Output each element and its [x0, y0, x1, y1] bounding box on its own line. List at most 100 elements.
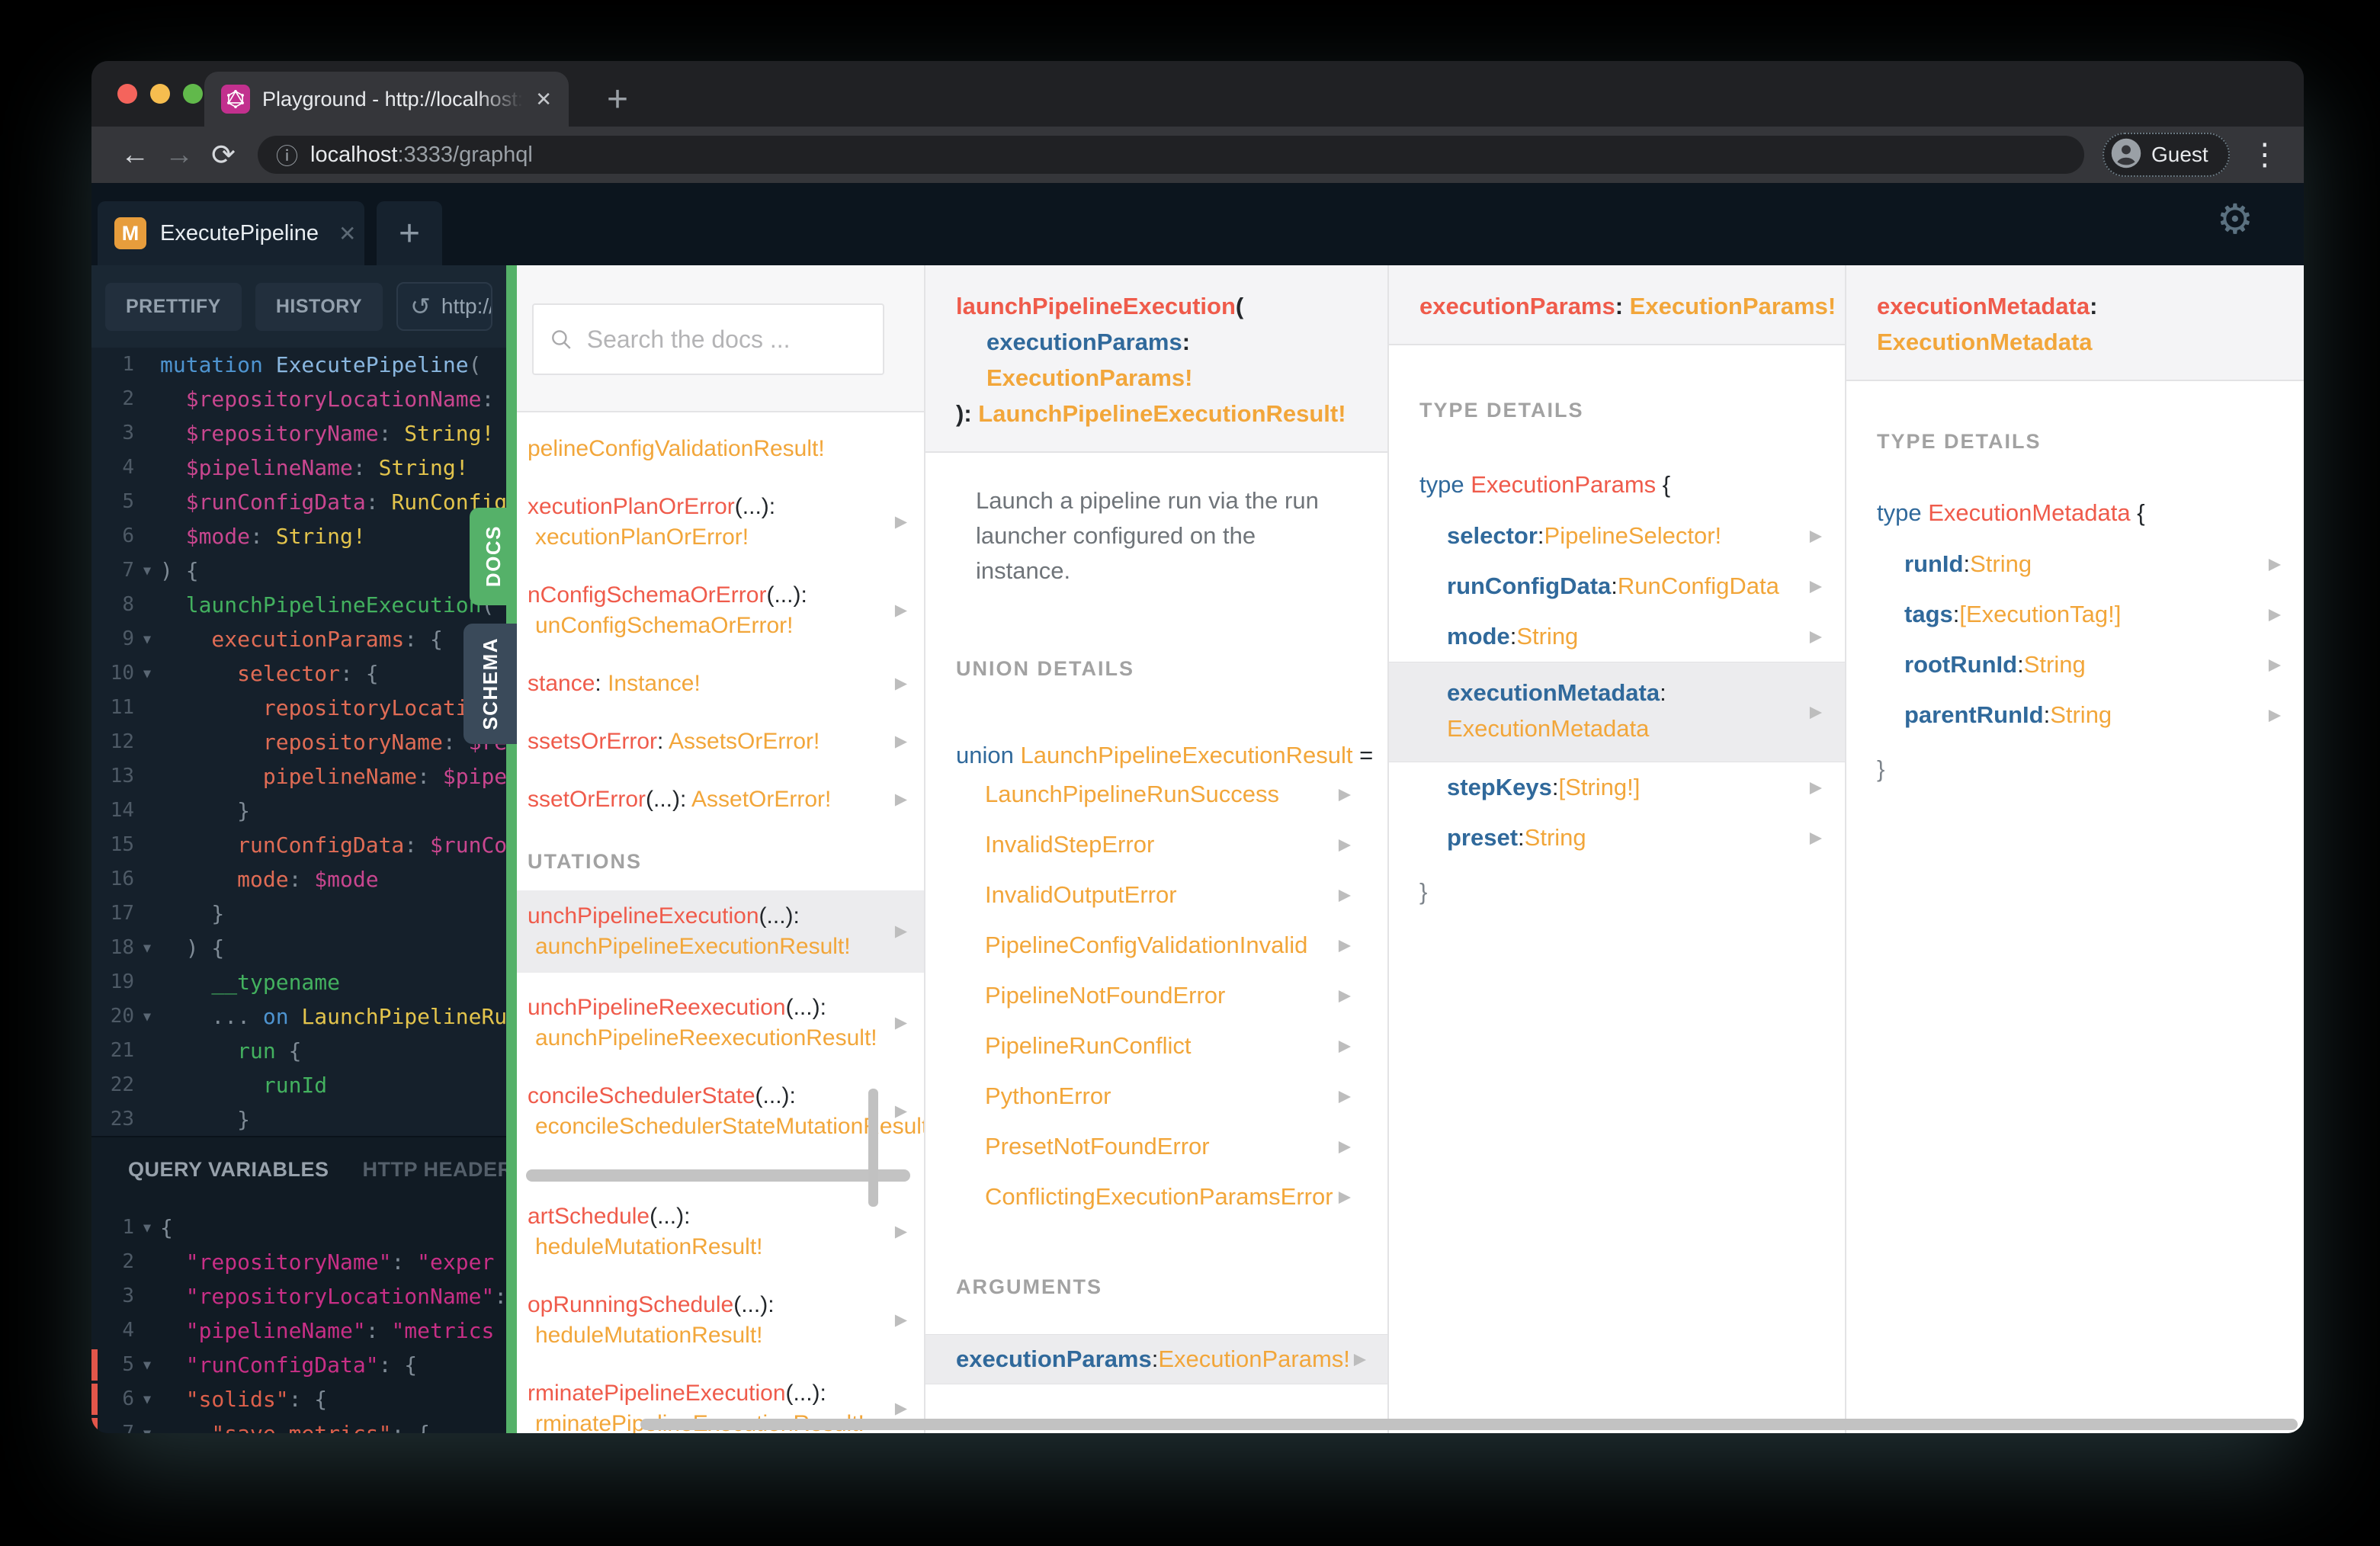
expand-arrow-icon[interactable]: ▶ — [1810, 527, 1822, 546]
union-member[interactable]: PythonError ▶ — [925, 1071, 1387, 1121]
code-line[interactable]: 10 ▼ selector: { — [91, 656, 506, 691]
expand-arrow-icon[interactable]: ▶ — [895, 1305, 907, 1336]
code-line[interactable]: 7▼ "save_metrics": { — [91, 1416, 506, 1433]
code-line[interactable]: 21 run { — [91, 1034, 506, 1068]
code-line[interactable]: 3 $repositoryName: String! — [91, 416, 506, 451]
doc-field-item[interactable]: ssetsOrError: AssetsOrError! ▶ — [517, 719, 924, 765]
new-tab-button[interactable]: + — [589, 72, 646, 127]
expand-arrow-icon[interactable]: ▶ — [2269, 656, 2281, 675]
type-field[interactable]: stepKeys: [String!] ▶ — [1389, 762, 1845, 813]
type-field[interactable]: runId: String ▶ — [1846, 539, 2304, 589]
expand-arrow-icon[interactable]: ▶ — [1339, 1188, 1351, 1207]
code-line[interactable]: 6 ▼ "solids": { — [91, 1382, 506, 1416]
fold-arrow-icon[interactable]: ▼ — [134, 1348, 160, 1382]
fold-arrow-icon[interactable]: ▼ — [134, 622, 160, 656]
expand-arrow-icon[interactable]: ▶ — [1810, 577, 1822, 596]
tab-schema[interactable]: SCHEMA — [463, 624, 517, 744]
horizontal-scrollbar[interactable] — [526, 1169, 910, 1182]
expand-arrow-icon[interactable]: ▶ — [895, 784, 907, 815]
window-controls[interactable] — [117, 84, 203, 104]
playground-tab[interactable]: M ExecutePipeline ✕ — [98, 201, 364, 265]
history-button[interactable]: HISTORY — [255, 282, 383, 331]
expand-arrow-icon[interactable]: ▶ — [1354, 1350, 1366, 1369]
docs-search-box[interactable] — [532, 303, 884, 375]
forward-icon[interactable]: → — [157, 139, 201, 172]
fold-arrow-icon[interactable]: ▼ — [134, 931, 160, 965]
type-field[interactable]: parentRunId: String ▶ — [1846, 690, 2304, 740]
code-line[interactable]: 17 } — [91, 896, 506, 931]
fold-arrow-icon[interactable]: ▼ — [134, 1416, 160, 1433]
endpoint-input[interactable]: ↺ http://loc — [396, 282, 492, 331]
union-member[interactable]: PipelineRunConflict ▶ — [925, 1021, 1387, 1071]
code-line[interactable]: 15 runConfigData: $runConfigData — [91, 828, 506, 862]
argument-row-executionParams[interactable]: executionParams: ExecutionParams! ▶ — [925, 1334, 1387, 1384]
minimize-window-button[interactable] — [150, 84, 170, 104]
variables-editor[interactable]: 1 ▼{2 "repositoryName": "exper 3 "reposito… — [91, 1211, 506, 1433]
close-playground-tab-icon[interactable]: ✕ — [338, 221, 356, 246]
type-field[interactable]: tags: [ExecutionTag!] ▶ — [1846, 589, 2304, 640]
type-field-highlighted[interactable]: executionMetadata: ExecutionMetadata ▶ — [1389, 662, 1845, 762]
expand-arrow-icon[interactable]: ▶ — [895, 507, 907, 537]
close-window-button[interactable] — [117, 84, 137, 104]
reload-schema-icon[interactable]: ↺ — [410, 292, 431, 321]
type-field[interactable]: runConfigData: RunConfigData ▶ — [1389, 561, 1845, 611]
code-line[interactable]: 5 ▼ "runConfigData": { — [91, 1348, 506, 1382]
expand-arrow-icon[interactable]: ▶ — [1339, 936, 1351, 955]
code-line[interactable]: 2 "repositoryName": "exper — [91, 1245, 506, 1279]
expand-arrow-icon[interactable]: ▶ — [895, 1217, 907, 1247]
expand-arrow-icon[interactable]: ▶ — [895, 1096, 907, 1127]
expand-arrow-icon[interactable]: ▶ — [895, 1008, 907, 1038]
doc-field-item[interactable]: unchPipelineReexecution(...): aunchPipeli… — [517, 985, 924, 1061]
fold-arrow-icon[interactable]: ▼ — [134, 553, 160, 588]
profile-button[interactable]: Guest — [2103, 133, 2230, 177]
expand-arrow-icon[interactable]: ▶ — [1339, 836, 1351, 855]
doc-field-item[interactable]: unchPipelineExecution(...): aunchPipeline… — [517, 890, 924, 973]
expand-arrow-icon[interactable]: ▶ — [895, 595, 907, 626]
doc-field-item[interactable]: stance: Instance! ▶ — [517, 661, 924, 707]
code-line[interactable]: 1 mutation ExecutePipeline( — [91, 348, 506, 382]
union-member[interactable]: InvalidStepError ▶ — [925, 820, 1387, 870]
maximize-window-button[interactable] — [183, 84, 203, 104]
tab-docs[interactable]: DOCS — [470, 508, 517, 605]
code-line[interactable]: 7 ▼) { — [91, 553, 506, 588]
expand-arrow-icon[interactable]: ▶ — [1339, 886, 1351, 905]
type-field[interactable]: selector: PipelineSelector! ▶ — [1389, 511, 1845, 561]
code-line[interactable]: 3 "repositoryLocationName": — [91, 1279, 506, 1313]
docs-search-input[interactable] — [586, 325, 868, 354]
doc-field-item[interactable]: pelineConfigValidationResult! — [517, 426, 924, 472]
code-line[interactable]: 14 } — [91, 794, 506, 828]
expand-arrow-icon[interactable]: ▶ — [1810, 829, 1822, 848]
doc-field-item[interactable]: xecutionPlanOrError(...): xecutionPlanOrE… — [517, 484, 924, 560]
settings-gear-icon[interactable]: ⚙ — [2217, 195, 2253, 243]
address-bar[interactable]: ⓘ localhost:3333/graphql — [258, 136, 2084, 174]
union-member[interactable]: PipelineNotFoundError ▶ — [925, 970, 1387, 1021]
code-line[interactable]: 18 ▼ ) { — [91, 931, 506, 965]
expand-arrow-icon[interactable]: ▶ — [2269, 555, 2281, 574]
expand-arrow-icon[interactable]: ▶ — [895, 916, 907, 947]
expand-arrow-icon[interactable]: ▶ — [2269, 706, 2281, 725]
back-icon[interactable]: ← — [113, 139, 157, 172]
fold-arrow-icon[interactable]: ▼ — [134, 1211, 160, 1245]
docs-panel-edge[interactable] — [506, 265, 517, 1433]
tab-query-variables[interactable]: QUERY VARIABLES — [128, 1158, 329, 1182]
expand-arrow-icon[interactable]: ▶ — [1810, 694, 1822, 730]
doc-field-item[interactable]: concileSchedulerState(...): econcileSched… — [517, 1073, 924, 1150]
code-line[interactable]: 20▼ ... on LaunchPipelineRunSuccess { — [91, 999, 506, 1034]
union-member[interactable]: PresetNotFoundError ▶ — [925, 1121, 1387, 1172]
query-editor[interactable]: 1 mutation ExecutePipeline(2 $repositoryL… — [91, 348, 506, 1137]
expand-arrow-icon[interactable]: ▶ — [1339, 785, 1351, 804]
expand-arrow-icon[interactable]: ▶ — [895, 726, 907, 757]
code-line[interactable]: 4 $pipelineName: String! — [91, 451, 506, 485]
fold-arrow-icon[interactable]: ▼ — [134, 1382, 160, 1416]
code-line[interactable]: 22 runId — [91, 1068, 506, 1102]
union-member[interactable]: PipelineConfigValidationInvalid ▶ — [925, 920, 1387, 970]
site-info-icon[interactable]: ⓘ — [276, 139, 298, 171]
expand-arrow-icon[interactable]: ▶ — [1339, 986, 1351, 1006]
type-field[interactable]: preset: String ▶ — [1389, 813, 1845, 863]
code-line[interactable]: 9 ▼ executionParams: { — [91, 622, 506, 656]
vertical-scrollbar[interactable] — [868, 1089, 878, 1207]
code-line[interactable]: 16 mode: $mode — [91, 862, 506, 896]
horizontal-scrollbar[interactable] — [640, 1419, 2298, 1430]
union-member[interactable]: InvalidOutputError ▶ — [925, 870, 1387, 920]
new-playground-tab-button[interactable]: + — [377, 201, 442, 265]
